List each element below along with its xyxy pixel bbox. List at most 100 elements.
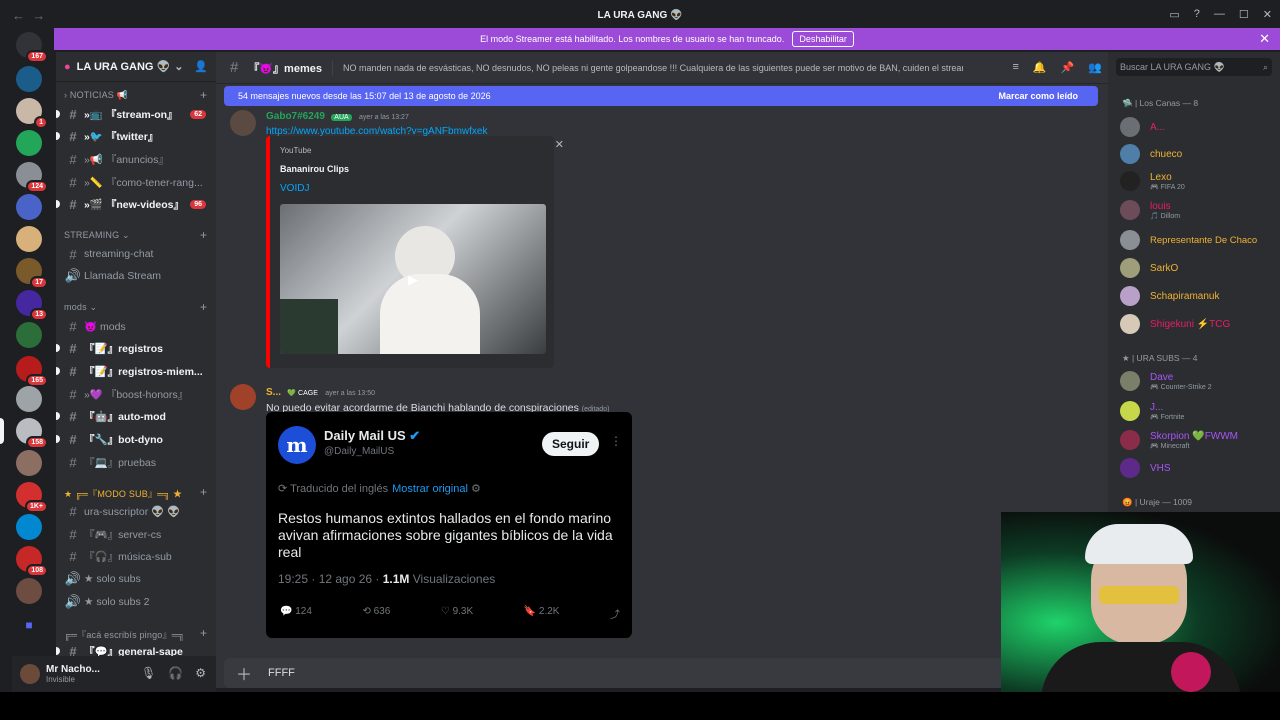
microphone-icon[interactable]: 🎙 (141, 666, 156, 680)
guild-icon[interactable]: 124 (16, 162, 48, 193)
server-header[interactable]: ● LA URA GANG 👽 ⌄ 👤 (56, 52, 216, 82)
username: Mr Nacho... (46, 664, 100, 675)
channel-item[interactable]: # 『🎧』música-sub (64, 546, 212, 566)
channel-item[interactable]: # 『🔧』bot-dyno (56, 429, 212, 449)
tweet-meta: 19:25 · 12 ago 26 · 1.1M Visualizaciones (278, 572, 496, 586)
avatar[interactable] (20, 664, 40, 684)
voice-channel-item[interactable]: 🔊 ★ solo subs (64, 569, 212, 589)
maximize-icon[interactable]: ☐ (1239, 8, 1249, 21)
guild-icon[interactable] (16, 194, 42, 220)
embed-title[interactable]: VOIDJ (280, 183, 309, 194)
message-input[interactable]: FFFF (268, 667, 295, 679)
member-item[interactable]: VHS (1120, 455, 1276, 481)
guild-icon[interactable]: 1 (16, 98, 48, 129)
channel-item[interactable]: # 『📝』registros-miem... (56, 361, 212, 381)
guild-icon[interactable]: 1K+ (16, 482, 48, 513)
search-icon: ⌕ (1262, 62, 1268, 72)
help-icon[interactable]: ? (1194, 8, 1200, 21)
guild-icon[interactable] (16, 514, 42, 540)
guild-icon[interactable] (16, 66, 42, 92)
hash-icon: # (69, 643, 77, 657)
add-member-icon[interactable]: 👤 (194, 60, 208, 73)
member-item[interactable]: J... 🎮 Fortnite (1120, 398, 1276, 424)
category-mods[interactable]: mods ⌄ + (64, 300, 207, 314)
guild-icon[interactable] (16, 322, 42, 348)
channel-item[interactable]: # ura-suscriptor 👽 👽 (64, 501, 212, 521)
category-modo-sub[interactable]: ★ ╔═『MODO SUB』═╗ ★ + (64, 485, 207, 500)
video-thumbnail[interactable]: ▶ (280, 204, 546, 354)
inbox-icon[interactable]: ▭ (1169, 8, 1179, 21)
tweet-text: Restos humanos extintos hallados en el f… (278, 510, 613, 560)
play-icon[interactable]: ▶ (408, 272, 418, 288)
pin-icon[interactable]: 📌 (1061, 61, 1075, 74)
guild-icon[interactable] (16, 226, 42, 252)
avatar[interactable] (230, 384, 256, 410)
member-item[interactable]: Schapiramanuk (1120, 283, 1276, 309)
window-title: LA URA GANG 👽 (597, 10, 683, 21)
member-item[interactable]: Representante De Chaco (1120, 227, 1276, 253)
headphones-icon[interactable]: 🎧 (168, 666, 183, 680)
new-messages-bar[interactable]: 54 mensajes nuevos desde las 15:07 del 1… (224, 86, 1098, 106)
timestamp: ayer a las 13:27 (359, 114, 409, 121)
search-input[interactable]: Buscar LA URA GANG 👽 ⌕ (1116, 58, 1272, 76)
hash-icon: # (230, 59, 239, 76)
channel-item[interactable]: # 『🤖』auto-mod (56, 406, 212, 426)
guild-icon[interactable]: 17 (16, 258, 48, 289)
overlay-panel (280, 299, 338, 354)
threads-icon[interactable]: ≡ (1012, 61, 1018, 74)
close-icon[interactable]: ✕ (1263, 8, 1272, 21)
channel-item[interactable]: # »🐦 『twitter』 (56, 126, 212, 146)
message-author[interactable]: Gabo7#6249 (266, 111, 325, 122)
member-item[interactable]: Lexo 🎮 FIFA 20 (1120, 168, 1276, 194)
category-streaming[interactable]: STREAMING ⌄ + (64, 228, 207, 242)
channel-topic[interactable]: NO manden nada de esvásticas, NO desnudo… (343, 63, 963, 73)
members-icon[interactable]: 👥 (1088, 61, 1102, 74)
channel-item[interactable]: # 『💻』pruebas (64, 452, 212, 472)
category-noticias[interactable]: › NOTICIAS 📢 + (64, 88, 207, 102)
add-attachment-icon[interactable]: ＋ (236, 661, 252, 685)
guild-icon[interactable] (16, 386, 42, 412)
remove-embed-icon[interactable]: ✕ (555, 138, 564, 151)
member-item[interactable]: SarkO (1120, 255, 1276, 281)
channel-item[interactable]: # 😈 mods (64, 316, 212, 336)
message-composer[interactable]: ＋ FFFF 🎁 (224, 658, 1102, 688)
embed-author[interactable]: Bananirou Clips (280, 164, 349, 174)
channel-item[interactable]: # 『💬』general-sape (56, 641, 212, 657)
channel-item[interactable]: # »🎬 『new-videos』 96 (56, 194, 212, 214)
channel-item[interactable]: # »💜 『boost-honors』 (64, 384, 212, 404)
member-item[interactable]: Shigekuni ⚡TCG (1120, 311, 1276, 337)
message-author[interactable]: S... (266, 387, 281, 398)
mark-as-read-button[interactable]: Marcar como leído (998, 91, 1078, 101)
voice-channel-item[interactable]: 🔊 Llamada Stream (64, 266, 212, 286)
channel-item[interactable]: # streaming-chat (64, 244, 212, 264)
channel-item[interactable]: # »📢 『anuncios』 (64, 149, 212, 169)
guild-icon[interactable] (16, 578, 42, 604)
hash-icon: # (69, 128, 77, 144)
category-aca[interactable]: ╔═『acá escribís pingo』═╗ + (64, 626, 207, 641)
tweet-image[interactable]: m Daily Mail US ✔ @Daily_MailUS Seguir ⋮… (266, 412, 632, 638)
minimize-icon[interactable]: — (1214, 8, 1225, 21)
guild-icon[interactable]: 165 (16, 356, 48, 387)
channel-item[interactable]: # »📺 『stream-on』 62 (56, 104, 212, 124)
voice-channel-item[interactable]: 🔊 ★ solo subs 2 (64, 592, 212, 612)
channel-item[interactable]: # »📏 『como-tener-rang... (64, 172, 212, 192)
bell-icon[interactable]: 🔔 (1033, 61, 1047, 74)
guild-icon-active[interactable]: 158 (16, 418, 48, 449)
home-icon[interactable]: 167 (16, 32, 48, 63)
channel-item[interactable]: # 『🎮』server-cs (64, 524, 212, 544)
gear-icon[interactable]: ⚙ (195, 666, 206, 680)
guild-icon[interactable] (16, 130, 42, 156)
member-item[interactable]: A... (1120, 114, 1276, 140)
guild-icon[interactable]: 13 (16, 290, 48, 321)
avatar[interactable] (230, 110, 256, 136)
member-item[interactable]: Skorpion 💚FWWM 🎮 Minecraft (1120, 427, 1276, 453)
channel-item[interactable]: # 『📝』registros (56, 338, 212, 358)
member-item[interactable]: Dave 🎮 Counter-Strike 2 (1120, 368, 1276, 394)
folder-icon[interactable]: ■ (16, 612, 42, 638)
member-item[interactable]: louis 🎵 Dillom (1120, 197, 1276, 223)
close-banner-icon[interactable]: ✕ (1259, 31, 1270, 47)
disable-streamer-button[interactable]: Deshabilitar (792, 31, 854, 47)
member-item[interactable]: chueco (1120, 141, 1276, 167)
guild-icon[interactable]: 108 (16, 546, 48, 577)
guild-icon[interactable] (16, 450, 42, 476)
